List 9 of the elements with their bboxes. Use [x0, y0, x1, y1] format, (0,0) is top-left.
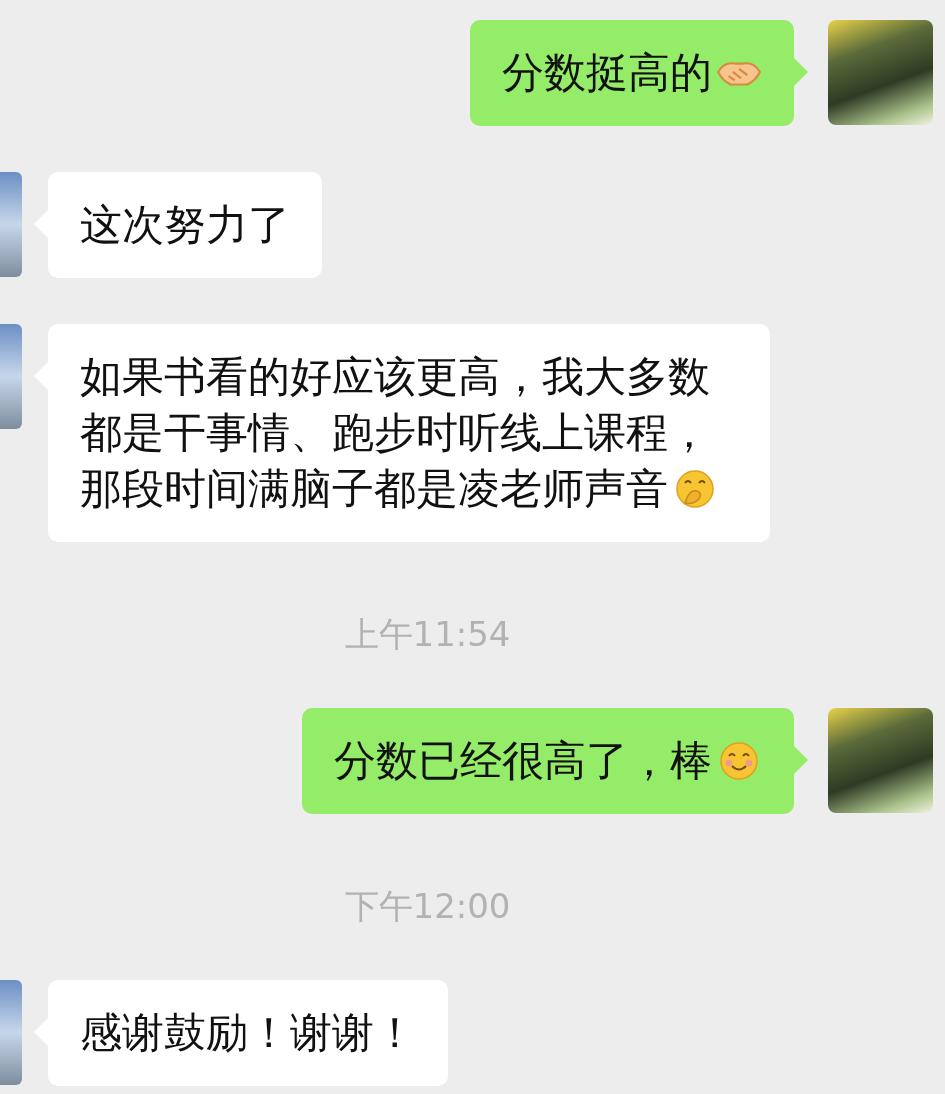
- message-text: 感谢鼓励！谢谢！: [80, 1008, 416, 1057]
- message-text: 分数挺高的: [502, 48, 762, 97]
- message-text: 分数已经很高了，棒: [334, 736, 762, 785]
- avatar-photo-placeholder[interactable]: [828, 708, 933, 813]
- timestamp: 上午11:54: [344, 613, 511, 656]
- timestamp: 下午12:00: [344, 885, 511, 928]
- avatar-photo-placeholder[interactable]: [828, 20, 933, 125]
- message-text: 这次努力了: [80, 200, 290, 249]
- message-text: 如果书看的好应该更高，我大多数都是干事情、跑步时听线上课程，那段时间满脑子都是凌老师声音: [80, 352, 718, 513]
